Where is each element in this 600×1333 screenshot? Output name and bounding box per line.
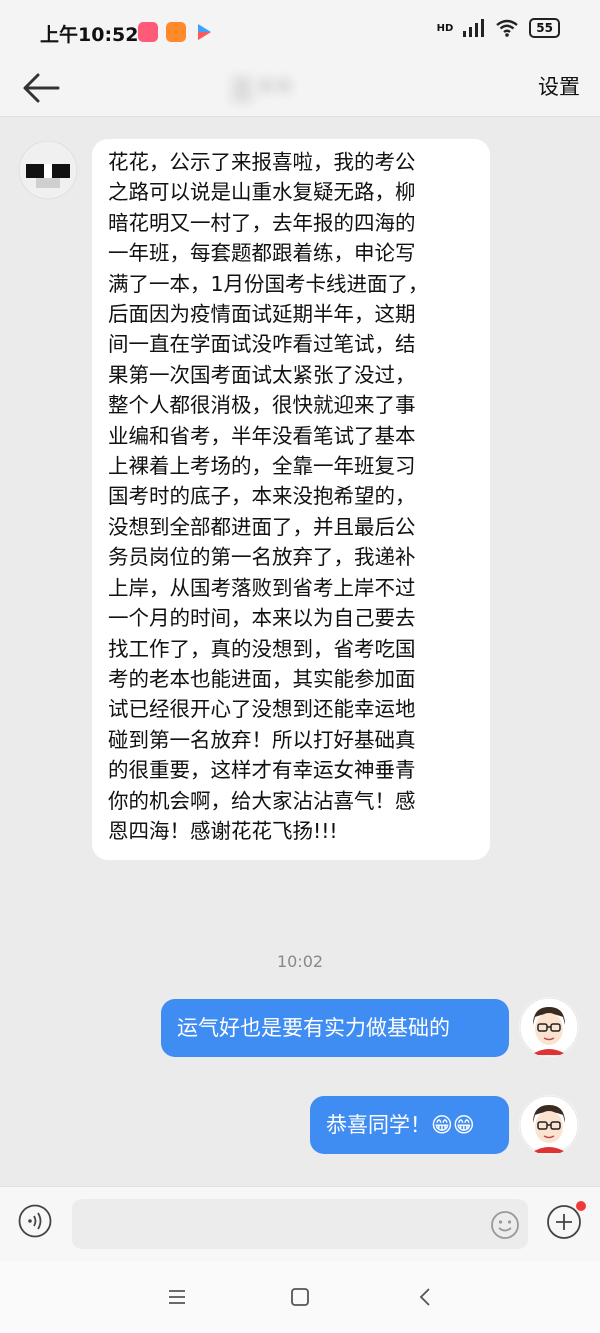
system-navigation-bar — [0, 1261, 600, 1333]
outgoing-message-bubble[interactable]: 运气好也是要有实力做基础的 — [161, 999, 509, 1057]
wifi-icon — [496, 19, 519, 37]
app-notification-icon-1 — [138, 22, 158, 42]
contact-avatar[interactable] — [18, 140, 78, 200]
menu-icon[interactable] — [165, 1285, 189, 1309]
play-notification-icon — [198, 24, 211, 40]
home-icon[interactable] — [288, 1285, 312, 1309]
status-time: 上午10:52 — [40, 24, 139, 46]
user-avatar[interactable] — [519, 997, 579, 1057]
voice-input-icon[interactable] — [18, 1204, 52, 1238]
network-type-label: HD — [436, 22, 454, 34]
settings-button[interactable]: 设置 — [538, 71, 580, 101]
incoming-message-bubble[interactable]: 花花，公示了来报喜啦，我的考公 之路可以说是山重水复疑无路，柳 暗花明又一村了，… — [92, 139, 490, 861]
back-arrow-icon[interactable] — [18, 66, 68, 110]
outgoing-message-bubble[interactable]: 恭喜同学！😁😁 — [310, 1096, 509, 1154]
status-bar: 上午10:52 HD 55 — [0, 0, 600, 60]
signal-icon — [463, 19, 485, 37]
emoji-icon[interactable] — [490, 1210, 520, 1240]
notification-dot — [576, 1201, 586, 1211]
message-timestamp: 10:02 — [276, 952, 324, 971]
battery-indicator: 55 — [529, 18, 560, 38]
status-icons: HD 55 — [437, 18, 560, 38]
chat-header: 三** 设置 — [0, 60, 600, 117]
message-input-bar — [0, 1186, 600, 1261]
message-input[interactable] — [72, 1199, 528, 1249]
app-notification-icon-2 — [166, 22, 186, 42]
user-avatar[interactable] — [519, 1095, 579, 1155]
system-back-icon[interactable] — [414, 1285, 438, 1309]
chat-title: 三** — [230, 76, 296, 104]
